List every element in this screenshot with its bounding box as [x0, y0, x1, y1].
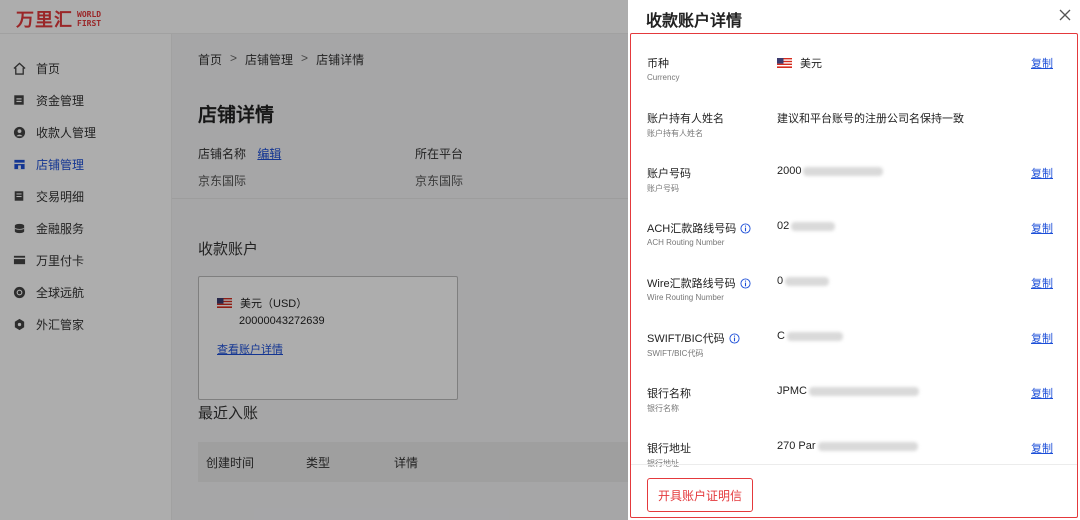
redacted-value-mask [791, 221, 836, 231]
detail-value-text: 02 [777, 220, 790, 232]
detail-value: 2000 [777, 165, 884, 177]
detail-row: 账户号码 账户号码 2000 复制 [631, 144, 1077, 199]
detail-sublabel: Currency [647, 73, 680, 82]
account-detail-drawer: 收款账户详情 币种 Currency 美元 复制 账户持有人姓名 账户持有人姓名 建议和平台… [628, 0, 1080, 520]
redacted-value-mask [785, 276, 830, 286]
copy-link[interactable]: 复制 [1031, 165, 1053, 181]
detail-label: 银行名称 [647, 385, 691, 401]
detail-value: 0 [777, 275, 830, 287]
copy-link[interactable]: 复制 [1031, 330, 1053, 346]
detail-label-text: 账户号码 [647, 168, 691, 180]
us-flag-icon [777, 58, 800, 68]
issue-account-certificate-button[interactable]: 开具账户证明信 [647, 478, 753, 512]
detail-value: 02 [777, 220, 836, 232]
detail-label: 币种 [647, 55, 669, 71]
info-icon[interactable] [736, 222, 751, 234]
copy-link[interactable]: 复制 [1031, 385, 1053, 401]
detail-value-text: JPMC [777, 385, 807, 397]
detail-sublabel: 账户持有人姓名 [647, 129, 703, 138]
detail-value: JPMC [777, 385, 919, 397]
detail-sublabel: SWIFT/BIC代码 [647, 349, 704, 358]
redacted-value-mask [786, 331, 843, 341]
info-icon[interactable] [736, 277, 751, 289]
redacted-value-mask [808, 386, 919, 396]
detail-sublabel: 银行名称 [647, 404, 679, 413]
detail-sublabel: ACH Routing Number [647, 238, 725, 247]
detail-label: 银行地址 [647, 440, 691, 456]
detail-value: C [777, 330, 843, 342]
modal-overlay[interactable] [0, 0, 628, 520]
detail-value-text: 0 [777, 275, 784, 287]
footer-divider [631, 464, 1077, 465]
detail-label-text: ACH汇款路线号码 [647, 223, 737, 235]
detail-value-text: 2000 [777, 165, 802, 177]
detail-label-text: 银行名称 [647, 388, 691, 400]
detail-sublabel: 账户号码 [647, 184, 679, 193]
detail-label: SWIFT/BIC代码 [647, 330, 740, 346]
detail-row: 账户持有人姓名 账户持有人姓名 建议和平台账号的注册公司名保持一致 [631, 89, 1077, 144]
detail-row: Wire汇款路线号码 Wire Routing Number 0 复制 [631, 254, 1077, 309]
detail-label-text: 币种 [647, 58, 669, 70]
detail-label-text: Wire汇款路线号码 [647, 278, 736, 290]
drawer-title: 收款账户详情 [646, 13, 743, 30]
detail-row: SWIFT/BIC代码 SWIFT/BIC代码 C 复制 [631, 309, 1077, 364]
detail-value-text: C [777, 330, 785, 342]
detail-value: 建议和平台账号的注册公司名保持一致 [777, 110, 964, 126]
copy-link[interactable]: 复制 [1031, 220, 1053, 236]
copy-link[interactable]: 复制 [1031, 440, 1053, 456]
detail-value-text: 270 Par [777, 440, 816, 452]
close-icon[interactable] [1058, 8, 1072, 22]
detail-label: 账户号码 [647, 165, 691, 181]
redacted-value-mask [817, 441, 918, 451]
detail-value-text: 建议和平台账号的注册公司名保持一致 [777, 113, 964, 125]
copy-link[interactable]: 复制 [1031, 55, 1053, 71]
copy-link[interactable]: 复制 [1031, 275, 1053, 291]
redacted-value-mask [803, 166, 884, 176]
detail-label-text: 银行地址 [647, 443, 691, 455]
detail-label-text: 账户持有人姓名 [647, 113, 724, 125]
account-detail-box: 币种 Currency 美元 复制 账户持有人姓名 账户持有人姓名 建议和平台账号的注册公司… [630, 33, 1078, 518]
detail-row: 银行地址银行地址270 Par复制 [631, 419, 1077, 474]
detail-value: 270 Par [777, 440, 918, 452]
detail-row: ACH汇款路线号码 ACH Routing Number 02 复制 [631, 199, 1077, 254]
detail-row: 银行名称 银行名称 JPMC 复制 [631, 364, 1077, 419]
detail-label: ACH汇款路线号码 [647, 220, 751, 236]
detail-label: 账户持有人姓名 [647, 110, 724, 126]
detail-row: 币种 Currency 美元 复制 [631, 34, 1077, 89]
detail-value-text: 美元 [800, 58, 822, 70]
info-icon[interactable] [725, 332, 740, 344]
detail-label: Wire汇款路线号码 [647, 275, 751, 291]
detail-sublabel: Wire Routing Number [647, 293, 724, 302]
detail-label-text: SWIFT/BIC代码 [647, 333, 725, 345]
detail-value: 美元 [777, 55, 822, 71]
